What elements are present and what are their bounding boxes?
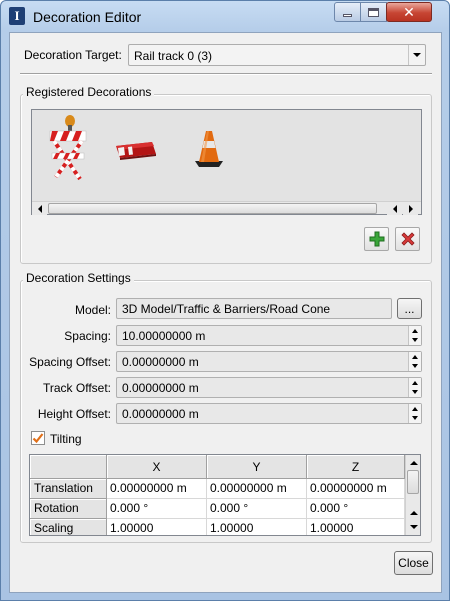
spacing-offset-label: Spacing Offset:: [29, 355, 111, 369]
scroll-up-button-2[interactable]: [406, 506, 420, 519]
row-header-rotation[interactable]: Rotation: [30, 499, 107, 519]
decoration-item-traffic-cone[interactable]: [192, 129, 226, 169]
app-icon: I: [9, 7, 25, 25]
spacing-value: 10.00000000 m: [122, 329, 206, 343]
height-offset-value: 0.00000000 m: [122, 407, 199, 421]
decoration-list-hscrollbar[interactable]: [32, 201, 421, 215]
decoration-list[interactable]: [31, 109, 422, 215]
transform-table[interactable]: X Y Z Translation 0.00000000 m 0.0000000…: [29, 454, 421, 536]
chevron-down-icon: [408, 45, 425, 65]
column-header-x-label: X: [152, 459, 161, 474]
spacing-stepper[interactable]: [408, 326, 421, 345]
dialog-body: Decoration Target: Rail track 0 (3) Regi…: [9, 32, 442, 593]
arrow-left-icon: [392, 204, 397, 213]
browse-model-button[interactable]: ...: [397, 298, 422, 319]
spin-up-icon[interactable]: [409, 352, 421, 361]
checkmark-icon: [32, 433, 44, 444]
height-offset-stepper[interactable]: [408, 404, 421, 423]
title-bar[interactable]: I Decoration Editor ✕: [1, 1, 449, 31]
row-header-scaling[interactable]: Scaling: [30, 519, 107, 535]
model-field[interactable]: 3D Model/Traffic & Barriers/Road Cone: [116, 298, 392, 319]
row-header-translation[interactable]: Translation: [30, 479, 107, 499]
close-window-button[interactable]: ✕: [386, 2, 432, 22]
spin-down-icon[interactable]: [409, 361, 421, 370]
table-cell[interactable]: 0.000 °: [307, 499, 405, 519]
arrow-up-icon: [409, 510, 418, 515]
table-cell[interactable]: 0.000 °: [107, 499, 207, 519]
scroll-right-button[interactable]: [403, 202, 418, 215]
height-offset-label: Height Offset:: [37, 407, 111, 421]
column-header-z-label: Z: [351, 459, 360, 474]
table-cell[interactable]: 0.00000000 m: [307, 479, 405, 499]
minimize-icon: [343, 13, 352, 17]
height-offset-input[interactable]: 0.00000000 m: [116, 403, 422, 424]
column-header-y[interactable]: Y: [207, 455, 307, 479]
model-label: Model:: [74, 303, 111, 317]
scroll-down-button[interactable]: [406, 520, 420, 533]
track-offset-stepper[interactable]: [408, 378, 421, 397]
barricade-sign-icon: [49, 115, 87, 181]
minimize-button[interactable]: [334, 2, 361, 22]
spin-down-icon[interactable]: [409, 413, 421, 422]
transform-table-vscrollbar[interactable]: [405, 455, 420, 535]
maximize-icon: [368, 7, 379, 17]
column-header-z[interactable]: Z: [307, 455, 405, 479]
registered-decorations-title: Registered Decorations: [23, 85, 155, 99]
tilting-label: Tilting: [50, 432, 82, 446]
column-header-x[interactable]: X: [107, 455, 207, 479]
window-title: Decoration Editor: [33, 9, 142, 25]
decoration-item-barricade[interactable]: [44, 113, 94, 185]
maximize-button[interactable]: [360, 2, 387, 22]
table-cell[interactable]: 0.00000000 m: [107, 479, 207, 499]
spin-up-icon[interactable]: [409, 378, 421, 387]
divider: [20, 73, 432, 75]
close-icon: ✕: [403, 4, 415, 20]
close-button[interactable]: Close: [394, 551, 433, 575]
decoration-settings-title: Decoration Settings: [23, 271, 134, 285]
remove-decoration-button[interactable]: [395, 227, 420, 251]
spacing-input[interactable]: 10.00000000 m: [116, 325, 422, 346]
browse-label: ...: [404, 301, 415, 316]
decoration-editor-window: I Decoration Editor ✕ Decoration Target:…: [0, 0, 450, 601]
table-cell[interactable]: 1.00000: [107, 519, 207, 535]
decoration-target-label: Decoration Target:: [24, 48, 122, 62]
scroll-thumb[interactable]: [48, 203, 377, 214]
table-cell[interactable]: 1.00000: [307, 519, 405, 535]
spin-up-icon[interactable]: [409, 326, 421, 335]
track-offset-label: Track Offset:: [42, 381, 111, 395]
model-value: 3D Model/Traffic & Barriers/Road Cone: [122, 302, 331, 316]
table-corner: [30, 455, 107, 479]
arrow-down-icon: [409, 524, 418, 529]
spacing-offset-stepper[interactable]: [408, 352, 421, 371]
track-offset-input[interactable]: 0.00000000 m: [116, 377, 422, 398]
arrow-up-icon: [409, 460, 418, 465]
traffic-cone-icon: [195, 131, 223, 167]
scroll-left-button-2[interactable]: [387, 202, 402, 215]
spacing-offset-input[interactable]: 0.00000000 m: [116, 351, 422, 372]
table-cell[interactable]: 1.00000: [207, 519, 307, 535]
plus-icon: [369, 231, 384, 247]
add-decoration-button[interactable]: [364, 227, 389, 251]
decoration-target-select[interactable]: Rail track 0 (3): [128, 44, 426, 66]
barrier-block-icon: [116, 142, 156, 160]
arrow-left-icon: [37, 204, 42, 213]
track-offset-value: 0.00000000 m: [122, 381, 199, 395]
column-header-y-label: Y: [252, 459, 261, 474]
decoration-item-barrier-block[interactable]: [112, 136, 160, 164]
spin-down-icon[interactable]: [409, 387, 421, 396]
spin-up-icon[interactable]: [409, 404, 421, 413]
table-cell[interactable]: 0.00000000 m: [207, 479, 307, 499]
spacing-offset-value: 0.00000000 m: [122, 355, 199, 369]
tilting-checkbox[interactable]: [31, 431, 45, 445]
spacing-label: Spacing:: [64, 329, 111, 343]
scroll-up-button[interactable]: [406, 456, 420, 469]
arrow-right-icon: [408, 204, 413, 213]
spin-down-icon[interactable]: [409, 335, 421, 344]
delete-x-icon: [400, 232, 415, 246]
scroll-left-button[interactable]: [32, 202, 47, 215]
decoration-target-value: Rail track 0 (3): [134, 49, 213, 63]
scroll-thumb[interactable]: [407, 470, 419, 494]
table-cell[interactable]: 0.000 °: [207, 499, 307, 519]
close-button-label: Close: [398, 556, 429, 570]
